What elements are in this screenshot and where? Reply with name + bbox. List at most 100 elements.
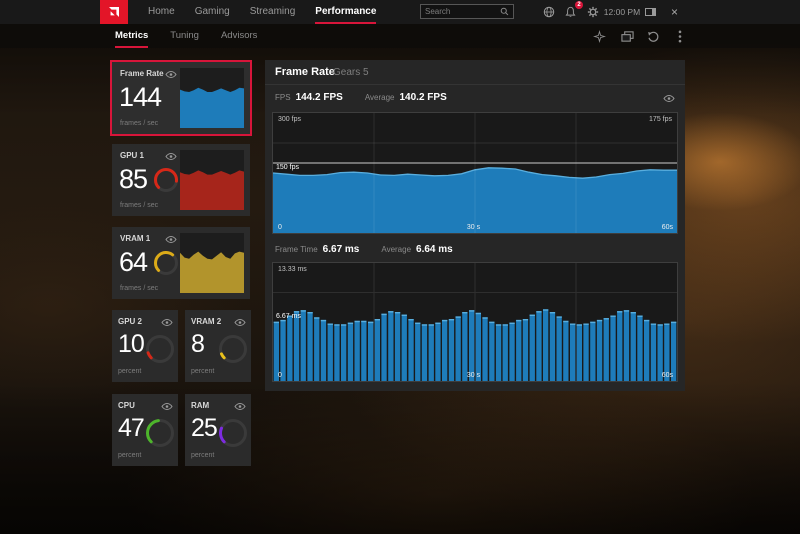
search-icon [500, 7, 509, 16]
subnav-tabs: Metrics Tuning Advisors [115, 24, 257, 48]
metric-card-ram[interactable]: RAM 25 percent [185, 394, 251, 466]
card-title: GPU 2 [118, 317, 142, 326]
fps-ymax-label: 300 fps [278, 116, 301, 123]
frametime-label: Frame Time [275, 238, 318, 262]
frametime-ymax-label: 13.33 ms [278, 266, 307, 273]
card-value: 25 [191, 414, 217, 443]
card-value: 8 [191, 330, 204, 359]
eye-icon[interactable] [233, 401, 246, 411]
metric-card-gpu2[interactable]: GPU 2 10 percent [112, 310, 178, 382]
fps-stats-row: FPS 144.2 FPS Average 140.2 FPS [265, 86, 685, 110]
card-title: VRAM 1 [120, 234, 150, 243]
panel-header: Frame Rate Gears 5 [265, 60, 685, 85]
clock-label: 12:00 PM [601, 0, 643, 24]
main-nav: Home Gaming Streaming Performance [148, 0, 376, 24]
fps-x0-label: 0 [278, 224, 282, 231]
metric-card-frame-rate[interactable]: Frame Rate 144 frames / sec [112, 62, 250, 134]
frametime-stats-row: Frame Time 6.67 ms Average 6.64 ms [265, 238, 685, 262]
search-input[interactable] [425, 7, 500, 16]
frametime-chart: 13.33 ms 6.67 ms 0 30 s 60s [272, 262, 678, 382]
metric-card-gpu1[interactable]: GPU 1 85 frames / sec [112, 144, 250, 216]
card-unit: percent [191, 452, 214, 459]
notifications-button[interactable]: 2 [562, 4, 579, 20]
metric-card-vram1[interactable]: VRAM 1 64 frames / sec [112, 227, 250, 299]
card-unit: frames / sec [120, 202, 158, 209]
nav-home[interactable]: Home [148, 0, 175, 24]
search-box [420, 4, 514, 19]
close-icon: × [671, 4, 678, 20]
card-title: VRAM 2 [191, 317, 221, 326]
frametime-current-label: 6.67 ms [276, 313, 301, 320]
overlay-windows-button[interactable] [620, 29, 635, 44]
tab-tuning[interactable]: Tuning [170, 24, 199, 48]
gear-icon [587, 6, 599, 18]
eye-icon[interactable] [164, 234, 177, 244]
card-title: GPU 1 [120, 151, 144, 160]
frametime-xend-label: 60s [662, 372, 673, 379]
card-unit: percent [191, 368, 214, 375]
settings-button[interactable] [584, 4, 601, 20]
nav-gaming[interactable]: Gaming [195, 0, 230, 24]
card-value: 10 [118, 330, 144, 359]
fps-refline-label: 175 fps [649, 116, 672, 123]
card-unit: frames / sec [120, 120, 158, 127]
more-options-button[interactable] [672, 29, 687, 44]
fps-plot-area [273, 113, 677, 233]
fps-current-label: 150 fps [276, 164, 299, 171]
fps-value: 144.2 FPS [296, 86, 343, 110]
fps-xmid-label: 30 s [467, 224, 480, 231]
web-browser-button[interactable] [540, 4, 557, 20]
sparkline-chart [180, 68, 244, 128]
card-title: CPU [118, 401, 135, 410]
eye-icon[interactable] [160, 401, 173, 411]
eye-icon[interactable] [164, 69, 177, 79]
frametime-x0-label: 0 [278, 372, 282, 379]
nav-streaming[interactable]: Streaming [250, 0, 296, 24]
amd-arrow-icon [106, 4, 122, 20]
globe-icon [543, 6, 555, 18]
card-unit: frames / sec [120, 285, 158, 292]
card-value: 85 [119, 164, 147, 195]
overlay-position-button[interactable] [592, 29, 607, 44]
frametime-xmid-label: 30 s [467, 372, 480, 379]
notification-badge: 2 [575, 1, 583, 9]
titlebar: Home Gaming Streaming Performance [0, 0, 800, 24]
panel-title: Frame Rate [275, 60, 335, 85]
fps-average-value: 140.2 FPS [399, 86, 446, 110]
card-value: 64 [119, 247, 147, 278]
gauge-chart [154, 168, 178, 192]
eye-icon[interactable] [164, 151, 177, 161]
reset-history-icon [647, 30, 660, 43]
tab-advisors[interactable]: Advisors [221, 24, 257, 48]
gauge-chart [219, 419, 247, 447]
frametime-value: 6.67 ms [323, 238, 360, 262]
fps-average-label: Average [365, 86, 395, 110]
eye-icon[interactable] [160, 317, 173, 327]
close-button[interactable]: × [666, 4, 683, 20]
game-selector[interactable]: Gears 5 [333, 60, 369, 85]
metric-card-cpu[interactable]: CPU 47 percent [112, 394, 178, 466]
performance-subnav: Metrics Tuning Advisors [0, 24, 800, 48]
frametime-plot-area [273, 263, 677, 381]
card-title: RAM [191, 401, 209, 410]
reset-button[interactable] [646, 29, 661, 44]
layout-toggle-button[interactable] [642, 4, 659, 20]
fps-label: FPS [275, 86, 291, 110]
window-layout-icon [645, 8, 656, 16]
frametime-average-value: 6.64 ms [416, 238, 453, 262]
card-unit: percent [118, 368, 141, 375]
gauge-chart [146, 335, 174, 363]
frametime-average-label: Average [381, 238, 411, 262]
kebab-menu-icon [678, 30, 682, 43]
tab-metrics[interactable]: Metrics [115, 24, 148, 48]
fps-xend-label: 60s [662, 224, 673, 231]
metric-card-vram2[interactable]: VRAM 2 8 percent [185, 310, 251, 382]
sparkline-chart [180, 233, 244, 293]
fps-chart: 300 fps 175 fps 150 fps 0 30 s 60s [272, 112, 678, 234]
metrics-detail-panel: Frame Rate Gears 5 FPS 144.2 FPS Average… [265, 60, 685, 391]
nav-performance[interactable]: Performance [315, 0, 376, 24]
amd-logo-button[interactable] [100, 0, 128, 24]
adrenalin-window: Home Gaming Streaming Performance [0, 0, 800, 534]
eye-icon[interactable] [662, 93, 675, 103]
eye-icon[interactable] [233, 317, 246, 327]
